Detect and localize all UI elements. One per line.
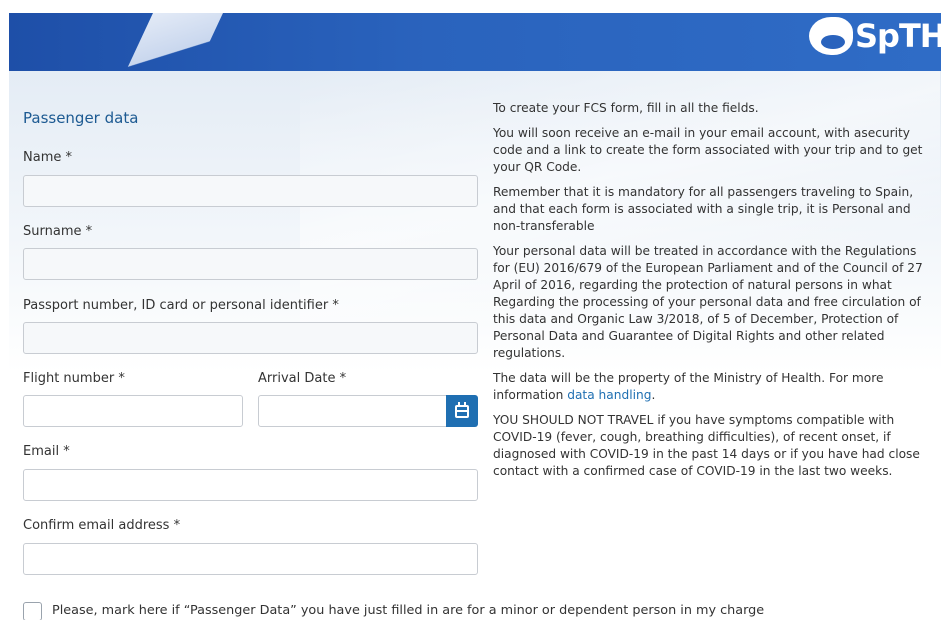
info-panel: To create your FCS form, fill in all the… [493,100,925,488]
info-paragraph: You will soon receive an e-mail in your … [493,126,923,174]
info-paragraph-data-ownership: The data will be the property of the Min… [493,370,925,404]
flight-number-label-text: Flight number [23,371,115,386]
flight-number-input[interactable] [23,395,243,427]
flight-number-label: Flight number * [23,371,125,386]
confirm-email-label: Confirm email address * [23,518,180,533]
info-paragraph: Remember that it is mandatory for all pa… [493,185,914,233]
info-paragraph-travel-warning: YOU SHOULD NOT TRAVEL if you have sympto… [493,413,920,478]
info-paragraph: To create your FCS form, fill in all the… [493,101,759,115]
email-label: Email * [23,444,70,459]
minor-dependent-checkbox[interactable] [23,602,42,620]
logo-text: SpTH [855,17,941,55]
data-handling-link[interactable]: data handling [567,388,651,402]
info-text: . [651,388,656,402]
surname-input[interactable] [23,248,478,280]
required-marker: * [85,224,93,239]
header-banner: SpTH [9,13,941,71]
form-title: Passenger data [23,109,139,127]
top-strip [0,0,941,13]
required-marker: * [65,150,73,165]
calendar-icon [455,401,469,418]
arrival-date-label: Arrival Date * [258,371,346,386]
arrival-date-input[interactable] [258,395,448,427]
email-label-text: Email [23,444,60,459]
surname-label-text: Surname [23,224,82,239]
required-marker: * [332,298,339,313]
arrival-date-label-text: Arrival Date [258,371,336,386]
surname-label: Surname * [23,224,92,239]
passport-label-text: Passport number, ID card or personal ide… [23,298,329,313]
required-marker: * [63,444,70,459]
spain-map-icon [809,17,853,55]
site-logo[interactable]: SpTH [781,13,941,71]
info-paragraph: Your personal data will be treated in ac… [493,244,923,360]
required-marker: * [118,371,125,386]
required-marker: * [173,518,181,533]
confirm-email-label-text: Confirm email address [23,518,170,533]
passport-label: Passport number, ID card or personal ide… [23,298,339,313]
confirm-email-input[interactable] [23,543,478,575]
airplane-tail-image [120,13,228,71]
name-input[interactable] [23,175,478,207]
name-label: Name * [23,150,72,165]
name-label-text: Name [23,150,62,165]
required-marker: * [339,371,347,386]
info-text: The data will be the property of the Min… [493,371,884,402]
email-input[interactable] [23,469,478,501]
date-picker-button[interactable] [446,395,478,427]
passport-input[interactable] [23,322,478,354]
minor-dependent-checkbox-label[interactable]: Please, mark here if “Passenger Data” yo… [52,603,764,618]
